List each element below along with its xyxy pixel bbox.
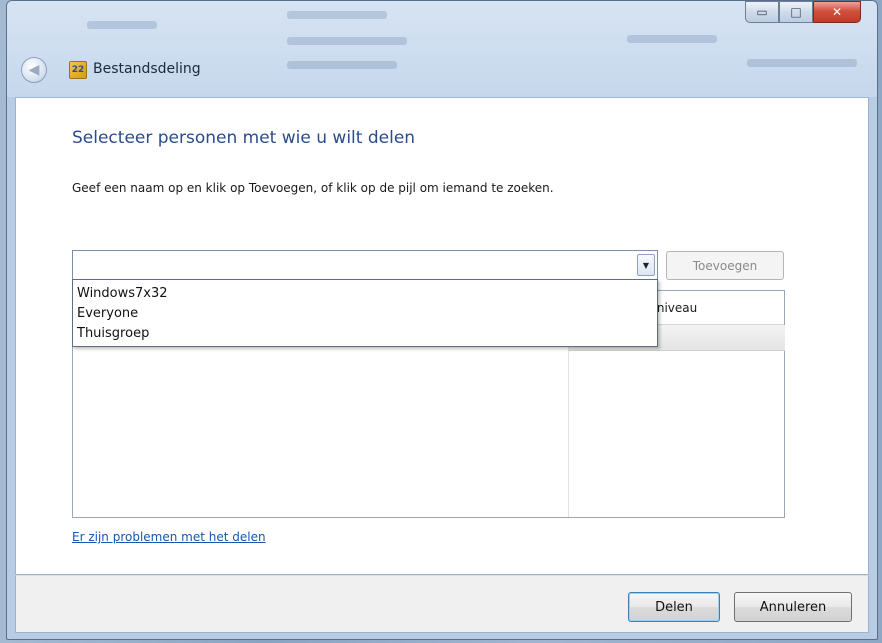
dropdown-option-windows7x32[interactable]: Windows7x32 (73, 284, 657, 304)
instruction-text: Geef een naam op en klik op Toevoegen, o… (72, 181, 554, 195)
cancel-button[interactable]: Annuleren (734, 592, 852, 622)
close-button[interactable]: ✕ (813, 1, 861, 23)
chevron-down-icon: ▼ (642, 260, 650, 270)
title-bar: ▭ □ ✕ ◀ 22 Bestandsdeling (7, 1, 877, 97)
background-ghost (287, 11, 387, 19)
window-controls: ▭ □ ✕ (745, 1, 861, 23)
name-combo-input[interactable]: ▼ (72, 250, 658, 280)
maximize-button[interactable]: □ (779, 1, 813, 23)
main-content: Selecteer personen met wie u wilt delen … (15, 97, 869, 575)
background-ghost (87, 21, 157, 29)
sharing-problems-link[interactable]: Er zijn problemen met het delen (72, 530, 266, 544)
window-title: Bestandsdeling (93, 61, 201, 77)
add-button[interactable]: Toevoegen (666, 251, 784, 280)
dropdown-option-everyone[interactable]: Everyone (73, 304, 657, 324)
name-dropdown-list[interactable]: Windows7x32 Everyone Thuisgroep (72, 279, 658, 347)
file-sharing-icon: 22 (69, 61, 87, 79)
page-title: Selecteer personen met wie u wilt delen (72, 128, 416, 148)
minimize-button[interactable]: ▭ (745, 1, 779, 23)
background-ghost (287, 61, 397, 69)
background-ghost (287, 37, 407, 45)
back-arrow-icon: ◀ (28, 62, 40, 78)
background-ghost (747, 59, 857, 67)
dialog-footer: Delen Annuleren (15, 575, 869, 633)
background-ghost (627, 35, 717, 43)
back-button[interactable]: ◀ (21, 57, 47, 83)
dropdown-arrow-button[interactable]: ▼ (637, 254, 655, 276)
share-button[interactable]: Delen (628, 592, 720, 622)
dropdown-option-thuisgroep[interactable]: Thuisgroep (73, 324, 657, 344)
file-sharing-window: ▭ □ ✕ ◀ 22 Bestandsdeling Selecteer pers… (6, 0, 878, 640)
